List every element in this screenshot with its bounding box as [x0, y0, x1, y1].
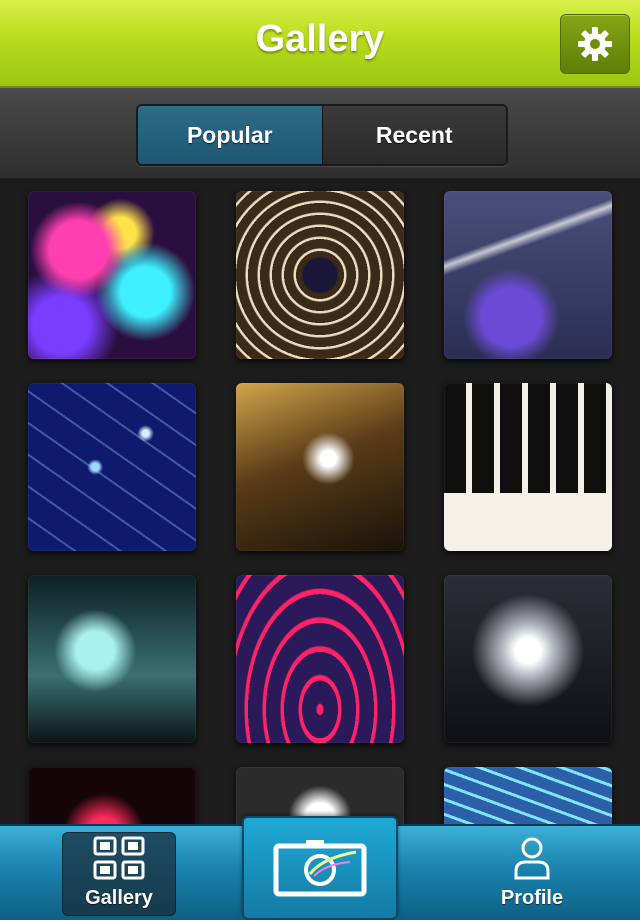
photo-thumbnail[interactable]: [236, 383, 404, 551]
photo-thumbnail[interactable]: [28, 383, 196, 551]
photo-thumbnail[interactable]: [444, 575, 612, 743]
tab-gallery[interactable]: Gallery: [62, 832, 176, 916]
tab-profile[interactable]: Profile: [472, 832, 592, 916]
tab-recent[interactable]: Recent: [321, 106, 506, 164]
photo-thumbnail[interactable]: [28, 767, 196, 824]
tab-gallery-label: Gallery: [85, 887, 153, 909]
photo-thumbnail[interactable]: [236, 191, 404, 359]
photo-thumbnail[interactable]: [444, 191, 612, 359]
grid-icon: [93, 836, 145, 880]
popular-recent-segmented-control: Popular Recent: [136, 104, 508, 166]
tab-profile-label: Profile: [500, 887, 564, 909]
tab-popular[interactable]: Popular: [138, 106, 322, 164]
top-navigation-bar: Gallery: [0, 0, 640, 88]
photo-thumbnail[interactable]: [444, 767, 612, 824]
photo-thumbnail[interactable]: [236, 575, 404, 743]
camera-button[interactable]: [242, 816, 398, 920]
settings-button[interactable]: [560, 14, 630, 74]
photo-grid: [0, 178, 640, 824]
filter-bar: Popular Recent: [0, 88, 640, 179]
photo-thumbnail[interactable]: [28, 575, 196, 743]
gear-icon: [578, 27, 612, 61]
photo-thumbnail[interactable]: [28, 191, 196, 359]
page-title: Gallery: [255, 18, 385, 60]
photo-thumbnail[interactable]: [444, 383, 612, 551]
camera-icon: [273, 840, 367, 897]
person-icon: [514, 837, 550, 880]
